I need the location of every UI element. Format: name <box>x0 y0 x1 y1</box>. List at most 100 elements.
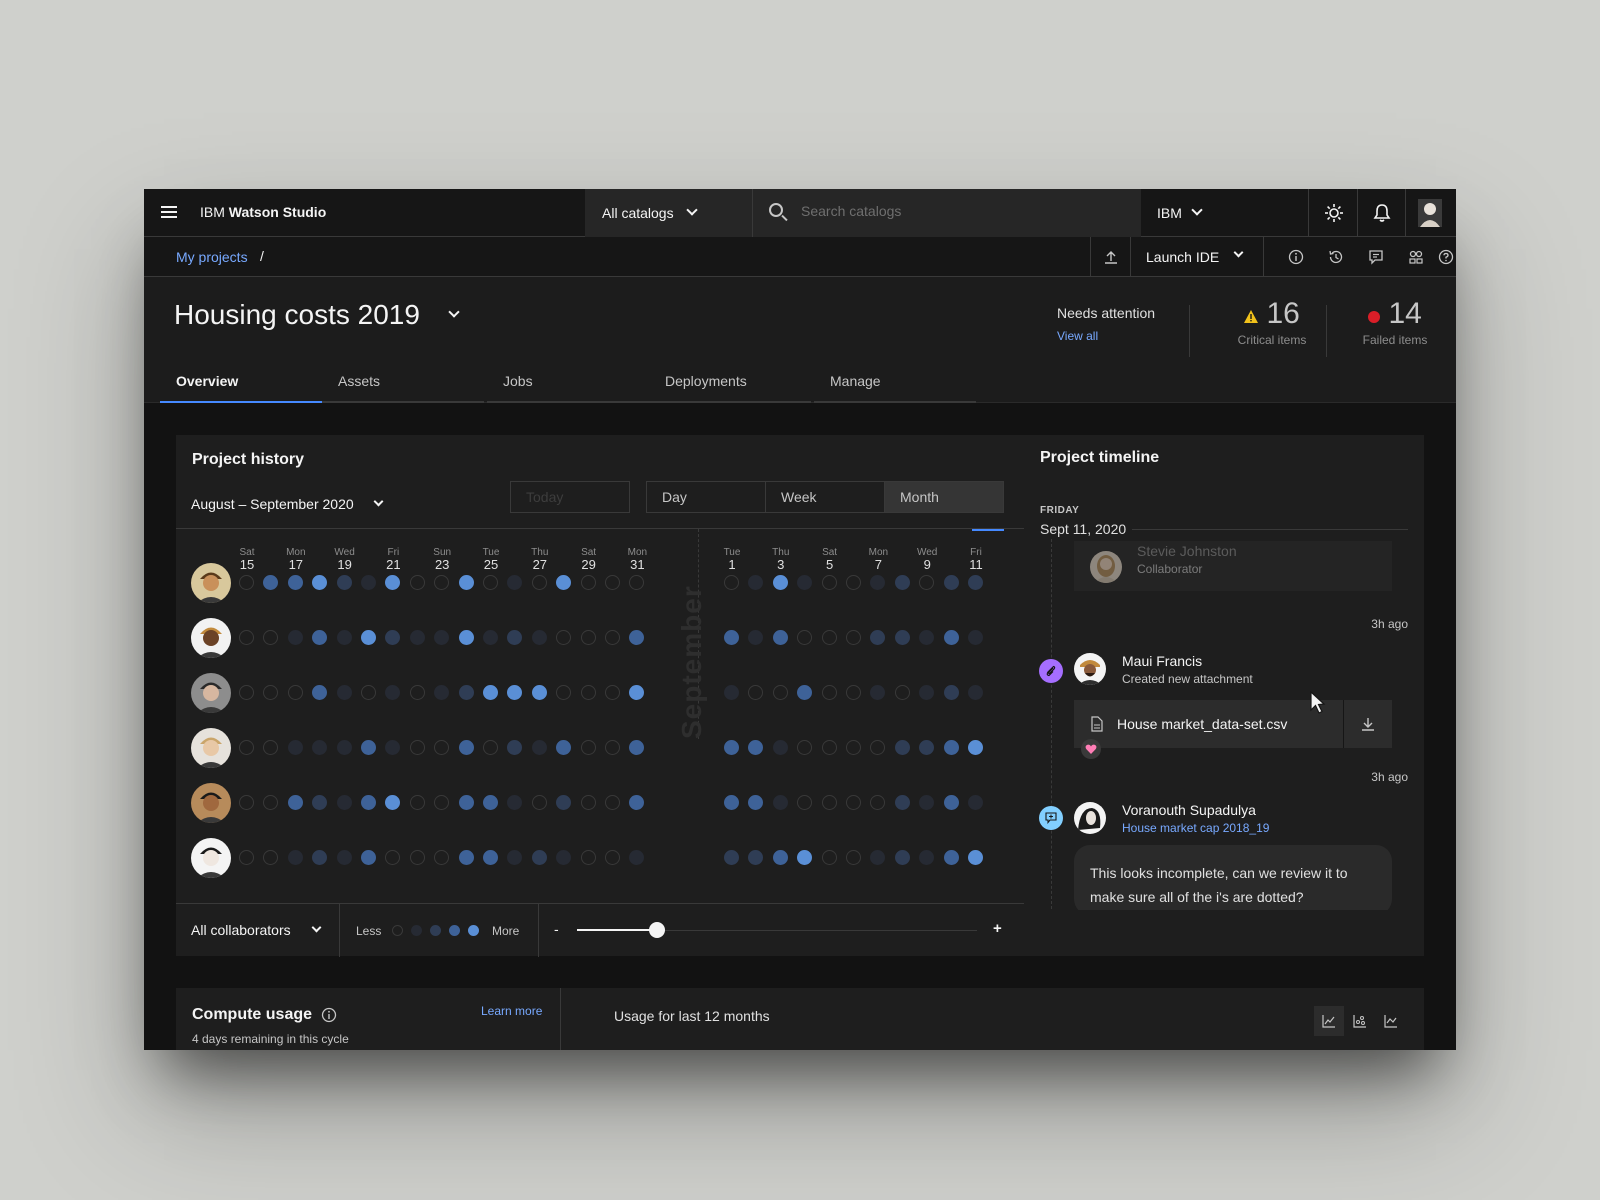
activity-dot[interactable] <box>870 850 886 865</box>
activity-dot[interactable] <box>336 850 352 865</box>
failed-items-stat[interactable]: 14 Failed items <box>1355 297 1435 347</box>
activity-dot[interactable] <box>968 850 983 865</box>
zoom-out-button[interactable]: - <box>554 921 559 937</box>
activity-dot[interactable] <box>312 795 328 810</box>
timeline-user-name[interactable]: Voranouth Supadulya <box>1122 802 1269 818</box>
activity-dot[interactable] <box>846 795 861 810</box>
activity-dot[interactable] <box>361 850 376 865</box>
activity-dot[interactable] <box>434 795 450 810</box>
activity-dot[interactable] <box>894 740 910 755</box>
activity-dot[interactable] <box>580 850 596 865</box>
activity-dot[interactable] <box>605 850 620 865</box>
activity-dot[interactable] <box>263 850 279 865</box>
activity-dot[interactable] <box>239 850 254 865</box>
activity-dot[interactable] <box>434 850 450 865</box>
activity-dot[interactable] <box>434 575 450 590</box>
activity-dot[interactable] <box>531 795 547 810</box>
collaborator-avatar[interactable] <box>191 838 231 878</box>
user-avatar-button[interactable] <box>1406 189 1454 237</box>
activity-dot[interactable] <box>483 630 498 645</box>
zoom-slider-thumb[interactable] <box>649 922 665 938</box>
activity-dot[interactable] <box>483 740 498 755</box>
activity-dot[interactable] <box>556 630 572 645</box>
activity-dot[interactable] <box>531 850 547 865</box>
activity-dot[interactable] <box>919 740 935 755</box>
activity-dot[interactable] <box>458 685 474 700</box>
activity-dot[interactable] <box>385 575 401 590</box>
timeline-user-name[interactable]: Maui Francis <box>1122 653 1253 669</box>
activity-dot[interactable] <box>629 575 645 590</box>
activity-dot[interactable] <box>483 795 498 810</box>
activity-dot[interactable] <box>605 630 620 645</box>
zoom-in-button[interactable]: + <box>993 920 1002 937</box>
activity-dot[interactable] <box>797 685 813 700</box>
activity-dot[interactable] <box>919 685 935 700</box>
activity-dot[interactable] <box>605 575 620 590</box>
activity-dot[interactable] <box>821 740 837 755</box>
activity-dot[interactable] <box>385 850 401 865</box>
activity-dot[interactable] <box>361 630 376 645</box>
activity-dot[interactable] <box>797 630 813 645</box>
date-range-dropdown[interactable]: August – September 2020 <box>191 496 384 512</box>
info-icon[interactable] <box>321 1007 337 1023</box>
activity-dot[interactable] <box>846 850 861 865</box>
activity-dot[interactable] <box>919 630 935 645</box>
activity-dot[interactable] <box>580 740 596 755</box>
activity-dot[interactable] <box>239 740 254 755</box>
breadcrumb-my-projects[interactable]: My projects <box>176 249 248 265</box>
activity-dot[interactable] <box>507 630 523 645</box>
activity-dot[interactable] <box>894 795 910 810</box>
line-chart-view-button[interactable] <box>1314 1006 1344 1036</box>
collaborator-avatar[interactable] <box>191 783 231 823</box>
collaborator-avatar[interactable] <box>191 618 231 658</box>
activity-dot[interactable] <box>483 685 498 700</box>
activity-dot[interactable] <box>943 685 959 700</box>
activity-dot[interactable] <box>846 575 861 590</box>
activity-dot[interactable] <box>483 850 498 865</box>
activity-dot[interactable] <box>772 850 788 865</box>
activity-dot[interactable] <box>483 575 498 590</box>
activity-dot[interactable] <box>287 795 303 810</box>
activity-dot[interactable] <box>797 850 813 865</box>
activity-dot[interactable] <box>409 630 425 645</box>
tab-assets[interactable]: Assets <box>322 353 484 403</box>
activity-dot[interactable] <box>458 575 474 590</box>
activity-dot[interactable] <box>748 795 764 810</box>
activity-dot[interactable] <box>724 850 739 865</box>
catalog-dropdown[interactable]: All catalogs <box>585 189 753 237</box>
activity-dot[interactable] <box>507 795 523 810</box>
activity-dot[interactable] <box>385 630 401 645</box>
critical-items-stat[interactable]: 16 Critical items <box>1224 297 1320 347</box>
activity-dot[interactable] <box>580 575 596 590</box>
activity-dot[interactable] <box>434 740 450 755</box>
activity-dot[interactable] <box>724 630 739 645</box>
activity-dot[interactable] <box>434 685 450 700</box>
activity-dot[interactable] <box>846 740 861 755</box>
activity-dot[interactable] <box>894 630 910 645</box>
timeline-item-collaborator[interactable]: Stevie Johnston Collaborator <box>1074 541 1392 591</box>
activity-dot[interactable] <box>336 740 352 755</box>
activity-dot[interactable] <box>968 740 983 755</box>
view-day-button[interactable]: Day <box>646 481 766 513</box>
theme-toggle-button[interactable] <box>1310 189 1358 237</box>
activity-dot[interactable] <box>263 740 279 755</box>
activity-dot[interactable] <box>894 685 910 700</box>
activity-dot[interactable] <box>919 850 935 865</box>
activity-dot[interactable] <box>287 740 303 755</box>
activity-dot[interactable] <box>968 630 983 645</box>
history-button[interactable] <box>1316 237 1356 277</box>
activity-dot[interactable] <box>556 740 572 755</box>
activity-dot[interactable] <box>312 630 328 645</box>
activity-dot[interactable] <box>531 630 547 645</box>
activity-dot[interactable] <box>724 795 739 810</box>
today-button[interactable]: Today <box>510 481 630 513</box>
activity-dot[interactable] <box>605 740 620 755</box>
activity-dot[interactable] <box>797 795 813 810</box>
activity-dot[interactable] <box>385 740 401 755</box>
collaborators-dropdown[interactable]: All collaborators <box>191 922 322 938</box>
activity-dot[interactable] <box>629 795 645 810</box>
view-all-link[interactable]: View all <box>1057 329 1098 343</box>
activity-dot[interactable] <box>458 630 474 645</box>
activity-dot[interactable] <box>409 575 425 590</box>
activity-dot[interactable] <box>507 740 523 755</box>
